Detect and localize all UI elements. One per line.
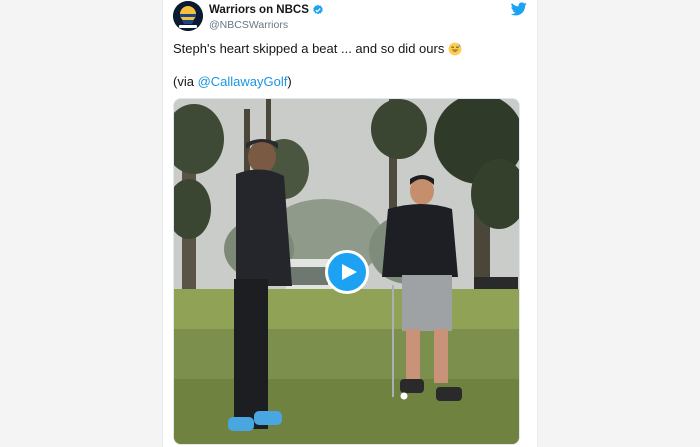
sweat-smile-emoji-icon (448, 42, 462, 56)
via-suffix: ) (287, 74, 292, 89)
play-button[interactable] (325, 250, 369, 294)
warriors-logo (173, 1, 203, 31)
display-name[interactable]: Warriors on NBCS (209, 3, 309, 17)
via-prefix: (via (173, 74, 198, 89)
tweet-header: Warriors on NBCS @NBCSWarriors (173, 1, 527, 37)
tweet-card[interactable]: Warriors on NBCS @NBCSWarriors Steph's h… (162, 0, 538, 447)
avatar[interactable] (173, 1, 203, 31)
callawaygolf-mention-link[interactable]: @CallawayGolf (198, 74, 288, 89)
verified-badge-icon (312, 4, 324, 16)
account-names: Warriors on NBCS @NBCSWarriors (209, 3, 324, 32)
twitter-bird-icon[interactable] (511, 2, 527, 16)
tweet-text-body: Steph's heart skipped a beat ... and so … (173, 41, 445, 56)
play-icon (341, 264, 357, 280)
via-line: (via @CallawayGolf) (173, 73, 292, 90)
account-handle[interactable]: @NBCSWarriors (209, 18, 324, 32)
tweet-text: Steph's heart skipped a beat ... and so … (173, 40, 527, 57)
video-media[interactable] (173, 98, 520, 445)
